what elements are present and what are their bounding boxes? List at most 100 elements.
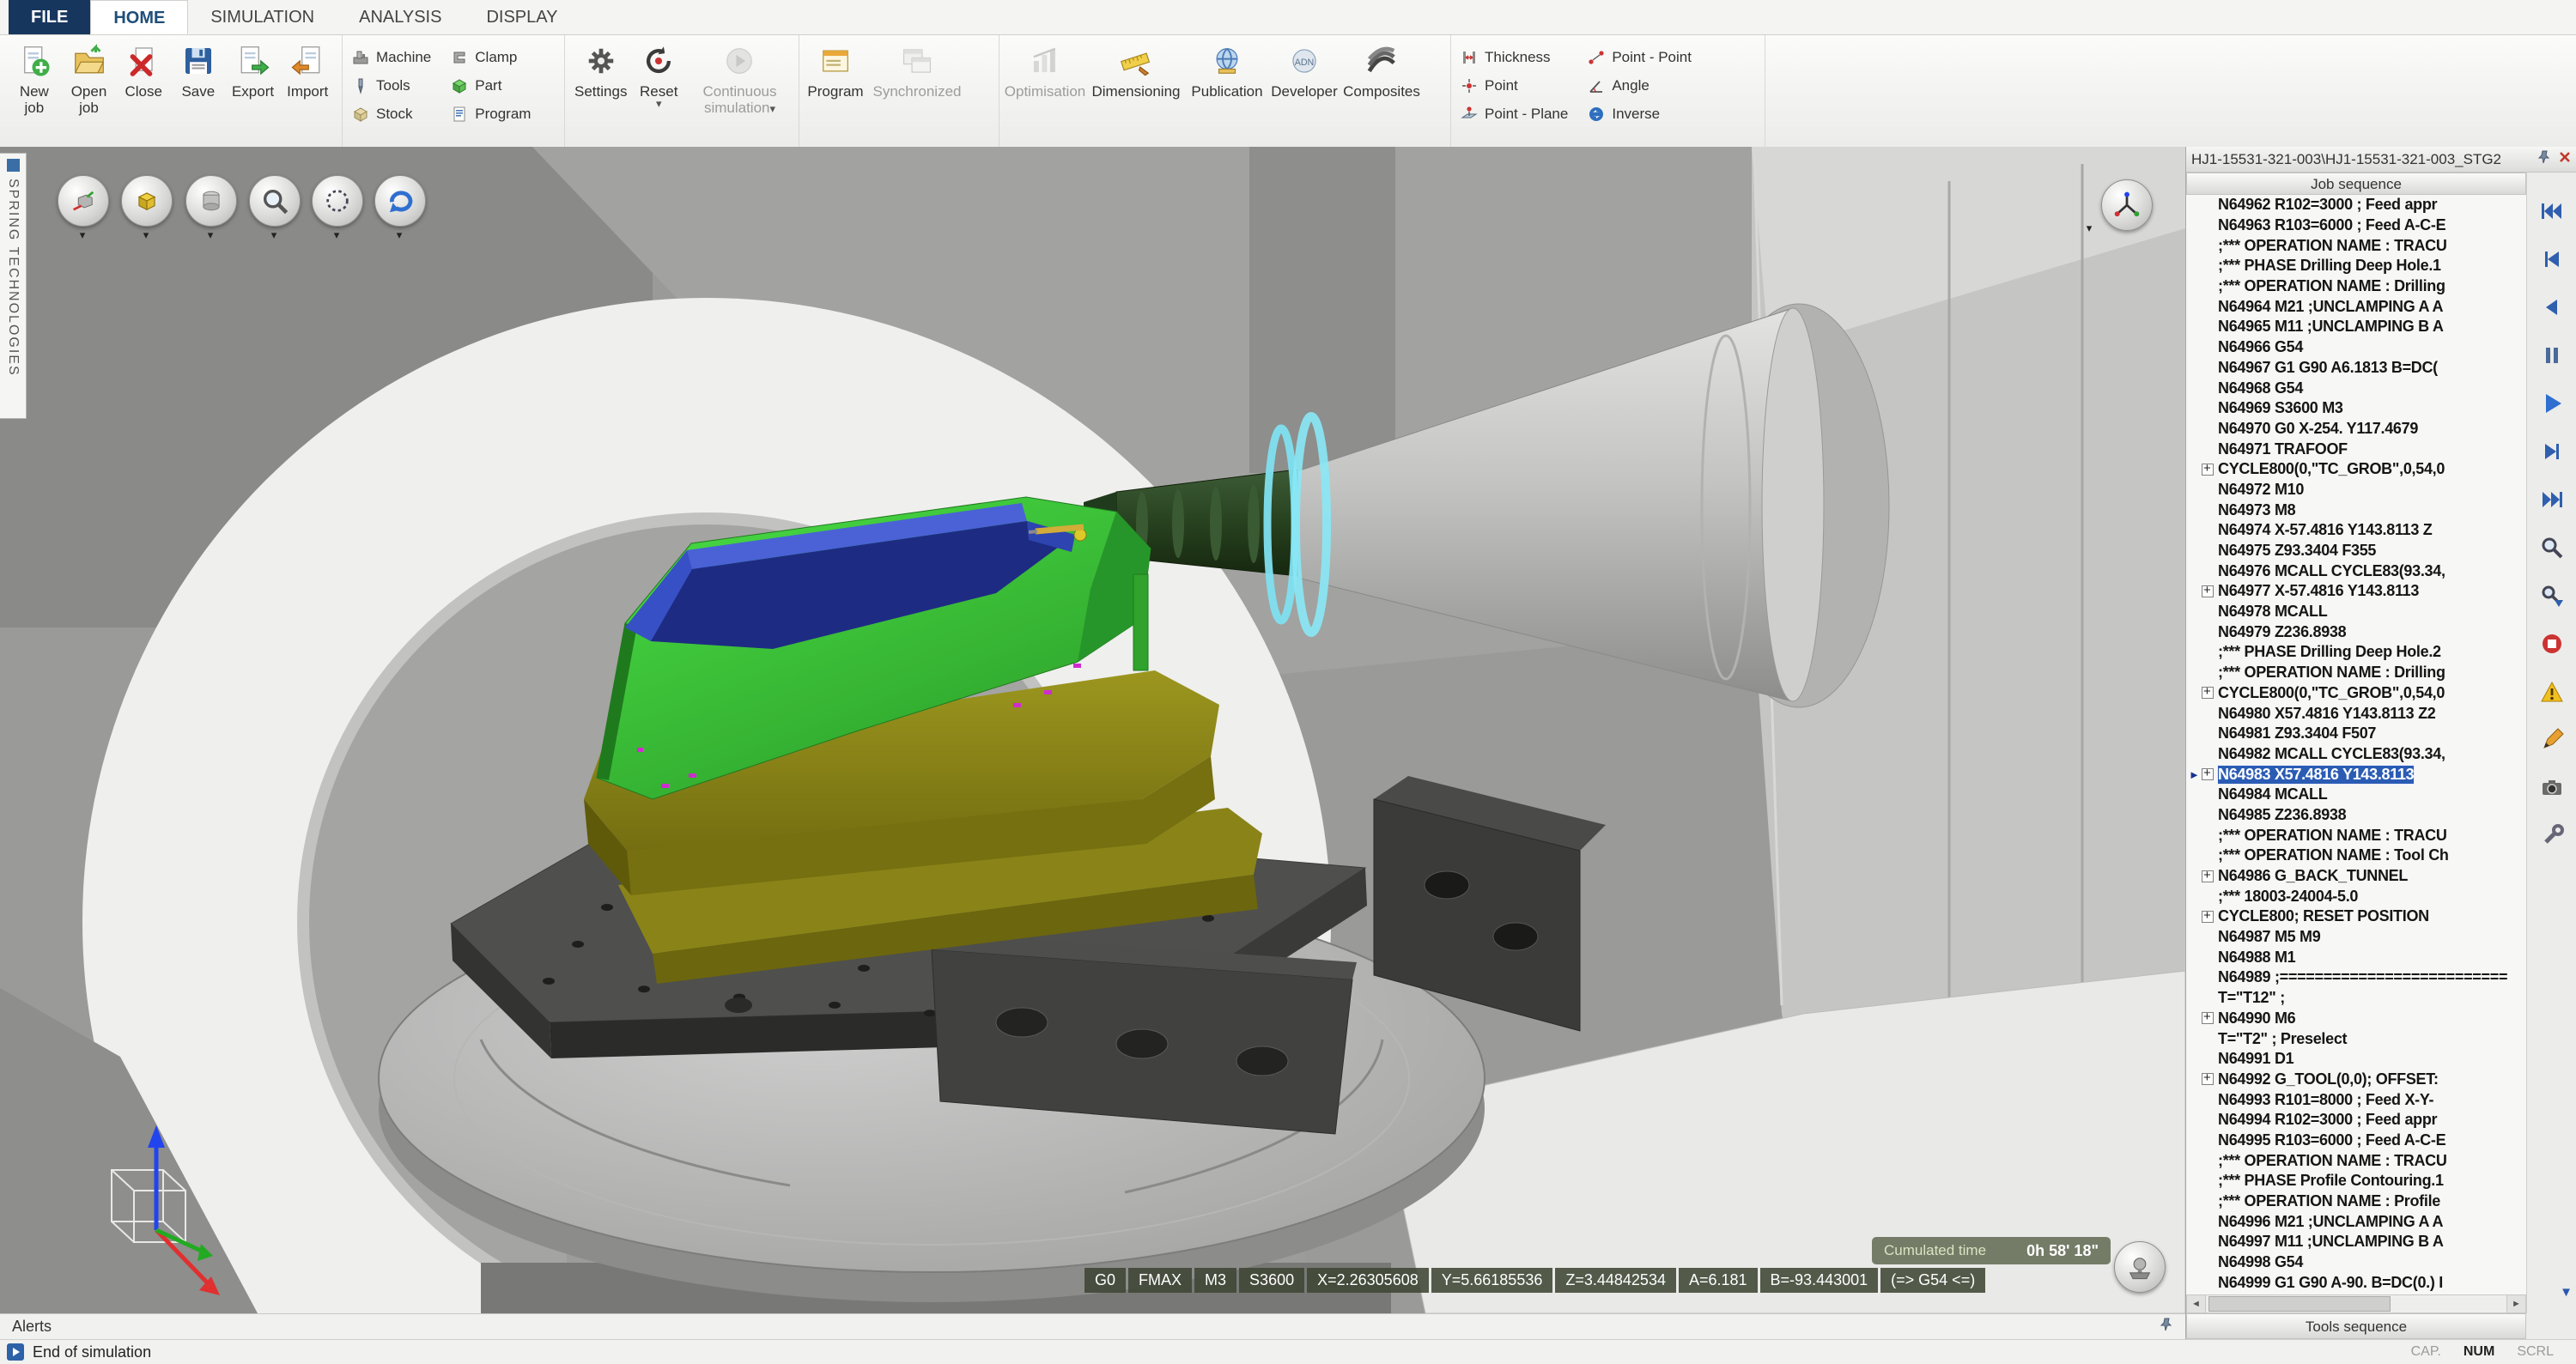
code-line[interactable]: ;*** 18003-24004-5.0 <box>2186 886 2526 906</box>
snapshot-button[interactable] <box>2534 770 2570 806</box>
alerts-pin-icon[interactable] <box>2160 1318 2173 1336</box>
code-horizontal-scrollbar[interactable]: ◄ ► <box>2186 1294 2526 1313</box>
code-line[interactable]: N64988 M1 <box>2186 947 2526 967</box>
code-line[interactable]: CYCLE800(0,"TC_GROB",0,54,0 <box>2186 683 2526 704</box>
search-button[interactable] <box>2534 530 2570 566</box>
code-line[interactable]: N64997 M11 ;UNCLAMPING B A <box>2186 1232 2526 1252</box>
selection-circle-button[interactable] <box>312 175 363 227</box>
expand-icon[interactable] <box>2202 870 2214 882</box>
rewind-to-start-button[interactable] <box>2534 193 2570 229</box>
synchronized-button[interactable]: Synchronized <box>866 39 968 128</box>
code-line[interactable]: N64974 X-57.4816 Y143.8113 Z <box>2186 520 2526 541</box>
tab-home[interactable]: HOME <box>90 0 188 34</box>
expand-icon[interactable] <box>2202 585 2214 597</box>
code-line[interactable]: N64965 M11 ;UNCLAMPING B A <box>2186 317 2526 337</box>
stock-display-button[interactable] <box>121 175 173 227</box>
code-line[interactable]: ;*** OPERATION NAME : TRACU <box>2186 235 2526 256</box>
reset-dropdown-arrow[interactable]: ▾ <box>656 100 662 108</box>
code-line[interactable]: T="T12" ; <box>2186 988 2526 1009</box>
optimisation-button[interactable]: Optimisation <box>1008 39 1082 128</box>
code-line[interactable]: N64977 X-57.4816 Y143.8113 <box>2186 581 2526 602</box>
code-line[interactable]: ;*** PHASE Drilling Deep Hole.1 <box>2186 256 2526 276</box>
expand-icon[interactable] <box>2202 911 2214 923</box>
code-line[interactable]: CYCLE800; RESET POSITION <box>2186 906 2526 927</box>
code-line[interactable]: CYCLE800(0,"TC_GROB",0,54,0 <box>2186 459 2526 480</box>
code-line[interactable]: N64996 M21 ;UNCLAMPING A A <box>2186 1211 2526 1232</box>
code-line[interactable]: N64991 D1 <box>2186 1049 2526 1070</box>
search-next-button[interactable] <box>2534 578 2570 614</box>
code-line[interactable]: N64983 X57.4816 Y143.8113 <box>2186 764 2526 785</box>
code-line[interactable]: N64971 TRAFOOF <box>2186 439 2526 459</box>
go-to-end-button[interactable] <box>2534 482 2570 518</box>
code-line[interactable]: ;*** OPERATION NAME : TRACU <box>2186 825 2526 846</box>
next-operation-button[interactable] <box>2534 433 2570 470</box>
zoom-dropdown[interactable]: ▾ <box>249 228 299 242</box>
stop-button[interactable] <box>2534 626 2570 662</box>
point-button[interactable]: Point <box>1460 72 1568 100</box>
play-button[interactable] <box>2534 385 2570 421</box>
clamp-button[interactable]: Clamp <box>450 44 531 71</box>
export-button[interactable]: Export <box>228 39 279 128</box>
code-line[interactable]: ;*** OPERATION NAME : Profile <box>2186 1191 2526 1212</box>
code-line[interactable]: N64979 Z236.8938 <box>2186 621 2526 642</box>
continuous-simulation-button[interactable]: Continuous simulation <box>690 39 790 128</box>
code-line[interactable]: ;*** OPERATION NAME : Drilling <box>2186 276 2526 297</box>
code-line[interactable]: N64998 G54 <box>2186 1252 2526 1273</box>
open-job-button[interactable]: Open job <box>64 39 115 128</box>
code-line[interactable]: N64968 G54 <box>2186 378 2526 398</box>
code-line[interactable]: N64970 G0 X-254. Y117.4679 <box>2186 419 2526 440</box>
code-line[interactable]: N64985 Z236.8938 <box>2186 805 2526 826</box>
tools-button[interactable]: Tools <box>351 72 431 100</box>
code-line[interactable]: ;*** OPERATION NAME : Drilling <box>2186 663 2526 683</box>
program-window-button[interactable]: Program <box>808 39 863 128</box>
view-manager-button[interactable] <box>58 175 109 227</box>
code-line[interactable]: T="T2" ; Preselect <box>2186 1028 2526 1049</box>
angle-button[interactable]: Angle <box>1587 72 1692 100</box>
code-line[interactable]: N64989 ;========================== <box>2186 967 2526 988</box>
program-button[interactable]: Program <box>450 100 531 128</box>
pin-icon[interactable] <box>2537 150 2551 168</box>
expand-icon[interactable] <box>2202 1012 2214 1024</box>
gcode-list[interactable]: N64962 R102=3000 ; Feed appr N64963 R103… <box>2186 195 2526 1294</box>
settings-button[interactable]: Settings <box>574 39 628 128</box>
selection-dropdown[interactable]: ▾ <box>312 228 361 242</box>
tools-sequence-header[interactable]: Tools sequence <box>2186 1313 2526 1339</box>
code-line[interactable]: N64984 MCALL <box>2186 785 2526 805</box>
part-display-button[interactable] <box>185 175 237 227</box>
tools-button-side[interactable] <box>2534 818 2570 854</box>
close-panel-icon[interactable] <box>2558 150 2572 168</box>
expand-icon[interactable] <box>2202 768 2214 780</box>
stock-button[interactable]: Stock <box>351 100 431 128</box>
save-button[interactable]: Save <box>173 39 224 128</box>
zoom-button[interactable] <box>249 175 301 227</box>
axes-display-button[interactable] <box>2101 179 2153 231</box>
code-line[interactable]: N64963 R103=6000 ; Feed A-C-E <box>2186 215 2526 236</box>
tab-analysis[interactable]: ANALYSIS <box>337 0 464 34</box>
scroll-left-arrow[interactable]: ◄ <box>2187 1295 2206 1312</box>
code-line[interactable]: N64999 G1 G90 A-90. B=DC(0.) I <box>2186 1272 2526 1293</box>
code-line[interactable]: N64973 M8 <box>2186 500 2526 520</box>
inverse-button[interactable]: Inverse <box>1587 100 1692 128</box>
developer-button[interactable]: ADN Developer <box>1267 39 1341 128</box>
thickness-button[interactable]: Thickness <box>1460 44 1568 71</box>
previous-operation-button[interactable] <box>2534 241 2570 277</box>
code-line[interactable]: ;*** PHASE Profile Contouring.1 <box>2186 1171 2526 1191</box>
scrollbar-thumb[interactable] <box>2208 1296 2391 1312</box>
expand-icon[interactable] <box>2202 464 2214 476</box>
code-line[interactable]: N64993 R101=8000 ; Feed X-Y- <box>2186 1089 2526 1110</box>
scroll-down-icon[interactable]: ▼ <box>2560 1285 2573 1300</box>
code-line[interactable]: ;*** OPERATION NAME : TRACU <box>2186 1150 2526 1171</box>
code-line[interactable]: N64982 MCALL CYCLE83(93.34, <box>2186 744 2526 765</box>
rotate-view-dropdown[interactable]: ▾ <box>374 228 424 242</box>
tab-display[interactable]: DISPLAY <box>464 0 580 34</box>
warning-button[interactable] <box>2534 674 2570 710</box>
code-line[interactable]: N64986 G_BACK_TUNNEL <box>2186 866 2526 887</box>
code-line[interactable]: N64964 M21 ;UNCLAMPING A A <box>2186 296 2526 317</box>
expand-icon[interactable] <box>2202 1073 2214 1085</box>
code-line[interactable]: N64976 MCALL CYCLE83(93.34, <box>2186 561 2526 581</box>
view-manager-dropdown[interactable]: ▾ <box>58 228 107 242</box>
alerts-panel-header[interactable]: Alerts <box>0 1313 2185 1339</box>
code-line[interactable]: ;*** OPERATION NAME : Tool Ch <box>2186 846 2526 866</box>
code-line[interactable]: N64980 X57.4816 Y143.8113 Z2 <box>2186 703 2526 724</box>
code-line[interactable]: N64962 R102=3000 ; Feed appr <box>2186 195 2526 215</box>
